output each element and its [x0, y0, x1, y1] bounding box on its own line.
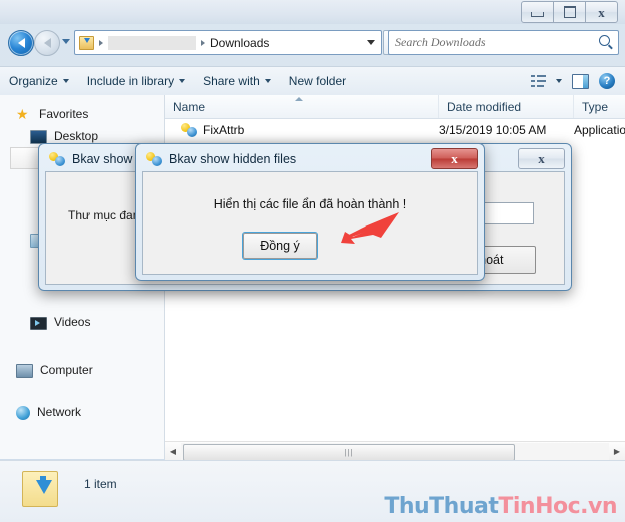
breadcrumb-item-redacted[interactable]	[108, 35, 196, 50]
forward-arrow-icon	[43, 38, 51, 48]
column-header-row: Name Date modified Type	[165, 95, 625, 119]
back-button[interactable]	[8, 30, 34, 56]
bkav-icon	[181, 123, 197, 137]
sidebar-item-videos[interactable]: Videos	[0, 311, 164, 333]
breadcrumb-dropdown-icon[interactable]	[367, 40, 375, 45]
sidebar-item-network[interactable]: Network	[0, 401, 164, 423]
help-icon[interactable]: ?	[599, 73, 615, 89]
bkav-completion-dialog-body: Hiển thị các file ẩn đã hoàn thành ! Đồn…	[142, 171, 478, 275]
horizontal-scrollbar[interactable]: ◀ ||| ▶	[165, 441, 625, 461]
downloads-folder-icon	[22, 471, 58, 507]
bkav-icon	[146, 152, 162, 166]
bkav-completion-dialog-close-button[interactable]: x	[431, 148, 478, 169]
minimize-icon	[531, 12, 544, 17]
file-date-cell: 3/15/2019 10:05 AM	[439, 123, 547, 137]
column-label-date-modified: Date modified	[447, 99, 522, 114]
share-with-label: Share with	[203, 74, 260, 88]
address-breadcrumb-bar[interactable]: Downloads	[74, 30, 382, 55]
watermark-part2: TinHoc.vn	[498, 494, 617, 519]
chevron-down-icon	[264, 79, 271, 83]
address-bar-row: Downloads ↻ Search Downloads	[0, 26, 625, 60]
desktop-icon	[30, 130, 47, 144]
command-bar-right-group: ?	[531, 73, 625, 89]
item-count-label: 1 item	[84, 477, 117, 491]
column-label-name: Name	[173, 99, 206, 114]
command-bar: Organize Include in library Share with N…	[0, 66, 625, 96]
scrollbar-track[interactable]: |||	[181, 442, 609, 461]
explorer-window: x Downloads ↻ Search Downloads	[0, 0, 625, 522]
sort-ascending-icon	[295, 97, 303, 101]
window-title-bar: x	[0, 0, 625, 24]
sidebar-label-computer: Computer	[40, 363, 93, 377]
include-in-library-label: Include in library	[86, 74, 175, 88]
downloads-folder-icon	[79, 35, 94, 50]
bkav-main-dialog-close-button[interactable]: x	[518, 148, 565, 169]
file-name-cell[interactable]: FixAttrb	[181, 119, 244, 141]
share-with-button[interactable]: Share with	[194, 70, 280, 92]
search-input[interactable]: Search Downloads	[395, 35, 486, 50]
scroll-right-arrow-icon[interactable]: ▶	[609, 443, 625, 460]
close-icon: x	[598, 4, 605, 20]
window-controls: x	[521, 1, 618, 23]
view-dropdown-icon[interactable]	[556, 79, 562, 83]
search-box[interactable]: Search Downloads	[388, 30, 619, 55]
table-row[interactable]: FixAttrb 3/15/2019 10:05 AM Application	[165, 119, 625, 141]
back-arrow-icon	[17, 38, 25, 48]
scrollbar-thumb[interactable]: |||	[183, 443, 515, 461]
file-type-cell: Application	[574, 123, 625, 137]
sidebar-item-favorites[interactable]: ★ Favorites	[0, 103, 164, 125]
breadcrumb-item-downloads[interactable]: Downloads	[210, 36, 269, 50]
video-icon	[30, 316, 47, 330]
status-bar: 1 item ThuThuatTinHoc.vn	[0, 460, 625, 522]
column-header-date-modified[interactable]: Date modified	[439, 95, 574, 118]
ok-button[interactable]: Đồng ý	[243, 233, 317, 259]
sidebar-label-desktop: Desktop	[54, 129, 99, 143]
chevron-down-icon	[179, 79, 186, 83]
preview-pane-icon[interactable]	[572, 73, 589, 89]
organize-label: Organize	[9, 74, 58, 88]
file-name-label: FixAttrb	[203, 123, 245, 137]
column-header-type[interactable]: Type	[574, 95, 625, 118]
new-folder-button[interactable]: New folder	[280, 70, 355, 92]
maximize-button[interactable]	[553, 1, 586, 23]
watermark-part1: ThuThuat	[384, 494, 499, 519]
search-icon	[599, 35, 610, 46]
computer-icon	[16, 364, 33, 378]
column-label-type: Type	[582, 99, 609, 114]
minimize-button[interactable]	[521, 1, 554, 23]
sidebar-label-favorites: Favorites	[39, 107, 89, 121]
view-options-icon[interactable]	[531, 75, 546, 87]
bkav-completion-dialog-title: Bkav show hidden files	[169, 152, 297, 166]
sidebar-label-network: Network	[37, 405, 82, 419]
breadcrumb-separator-icon	[201, 39, 205, 46]
bkav-completion-dialog[interactable]: Bkav show hidden files x Hiển thị các fi…	[135, 143, 485, 281]
close-button[interactable]: x	[585, 1, 618, 23]
chevron-down-icon	[62, 79, 69, 83]
red-arrow-annotation-icon	[341, 212, 399, 244]
column-header-name[interactable]: Name	[165, 95, 439, 118]
completion-message: Hiển thị các file ẩn đã hoàn thành !	[213, 197, 407, 211]
scroll-left-arrow-icon[interactable]: ◀	[165, 443, 181, 460]
history-dropdown-icon[interactable]	[62, 39, 70, 44]
sidebar-label-videos: Videos	[54, 315, 91, 329]
new-folder-label: New folder	[288, 74, 347, 88]
sidebar-item-computer[interactable]: Computer	[0, 359, 164, 381]
network-icon	[16, 405, 30, 420]
watermark: ThuThuatTinHoc.vn	[384, 494, 617, 519]
bkav-icon	[49, 152, 65, 166]
bkav-completion-dialog-titlebar: Bkav show hidden files x	[139, 147, 481, 171]
star-icon: ★	[16, 106, 29, 122]
breadcrumb-separator-icon	[99, 39, 103, 46]
forward-button[interactable]	[34, 30, 60, 56]
organize-button[interactable]: Organize	[0, 70, 78, 92]
include-in-library-button[interactable]: Include in library	[78, 70, 194, 92]
maximize-icon	[563, 6, 576, 18]
